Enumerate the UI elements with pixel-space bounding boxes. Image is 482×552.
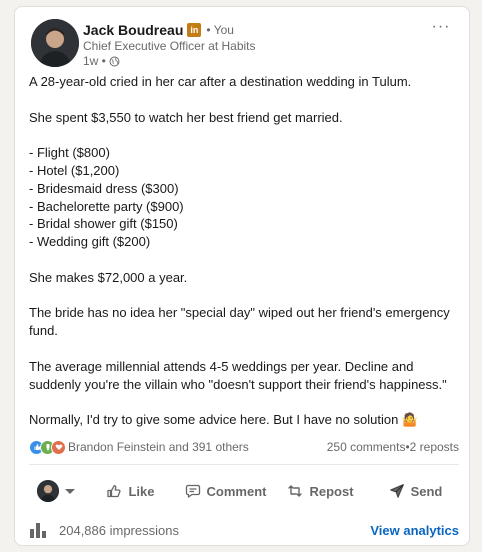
love-reaction-icon bbox=[51, 439, 66, 455]
post-time: 1w • bbox=[83, 54, 106, 68]
repost-label: Repost bbox=[309, 483, 354, 499]
action-bar: Like Comment Repost Send bbox=[25, 469, 463, 513]
post-paragraph: - Flight ($800) - Hotel ($1,200) - Bridesm… bbox=[29, 144, 459, 251]
send-icon bbox=[389, 484, 404, 498]
comments-count[interactable]: 250 comments bbox=[327, 440, 406, 454]
chevron-down-icon bbox=[65, 488, 75, 494]
impressions-count: 204,886 impressions bbox=[59, 522, 179, 538]
view-analytics-link[interactable]: View analytics bbox=[370, 523, 459, 538]
post-line: The average millennial attends 4-5 weddi… bbox=[29, 358, 447, 392]
post-text: A 28-year-old cried in her car after a d… bbox=[29, 73, 459, 429]
you-label: • You bbox=[206, 22, 234, 37]
thumbs-up-icon bbox=[107, 485, 122, 498]
post-line: - Bachelorette party ($900) bbox=[29, 198, 184, 214]
post-line: Normally, I'd try to give some advice he… bbox=[29, 412, 419, 428]
reactors-text: Brandon Feinstein and 391 others bbox=[68, 440, 249, 454]
post-line: - Bridesmaid dress ($300) bbox=[29, 180, 179, 196]
author-info: Jack Boudreau in • You Chief Executive O… bbox=[83, 21, 256, 69]
post-paragraph: She makes $72,000 a year. bbox=[29, 269, 459, 287]
linkedin-premium-icon: in bbox=[187, 22, 202, 37]
viewer-avatar bbox=[37, 480, 59, 502]
comment-icon bbox=[185, 484, 200, 498]
post-paragraph: She spent $3,550 to watch her best frien… bbox=[29, 109, 459, 127]
repost-button[interactable]: Repost bbox=[273, 473, 368, 509]
repost-icon bbox=[288, 485, 303, 497]
bar-chart-icon bbox=[30, 523, 46, 538]
author-avatar[interactable] bbox=[31, 19, 79, 67]
send-label: Send bbox=[410, 483, 443, 499]
reposts-count[interactable]: 2 reposts bbox=[410, 440, 459, 454]
post-paragraph: A 28-year-old cried in her car after a d… bbox=[29, 73, 459, 91]
globe-icon bbox=[109, 56, 120, 66]
reaction-identity-switcher[interactable] bbox=[25, 473, 83, 509]
post-line: - Hotel ($1,200) bbox=[29, 162, 120, 178]
send-button[interactable]: Send bbox=[368, 473, 463, 509]
post-line: - Bridal shower gift ($150) bbox=[29, 216, 178, 232]
more-options-icon[interactable]: ··· bbox=[427, 17, 455, 37]
post-line: The bride has no idea her "special day" … bbox=[29, 305, 450, 339]
comment-button[interactable]: Comment bbox=[178, 473, 273, 509]
post-line: She spent $3,550 to watch her best frien… bbox=[29, 109, 343, 125]
divider bbox=[29, 464, 459, 465]
author-name[interactable]: Jack Boudreau bbox=[83, 22, 183, 38]
analytics-bar: 204,886 impressions View analytics bbox=[29, 517, 459, 543]
like-label: Like bbox=[128, 483, 155, 499]
post-card: Jack Boudreau in • You Chief Executive O… bbox=[14, 6, 470, 546]
post-line: - Flight ($800) bbox=[29, 145, 110, 161]
post-paragraph: The bride has no idea her "special day" … bbox=[29, 304, 459, 340]
author-headline: Chief Executive Officer at Habits bbox=[83, 39, 256, 53]
post-paragraph: The average millennial attends 4-5 weddi… bbox=[29, 358, 459, 394]
post-paragraph: Normally, I'd try to give some advice he… bbox=[29, 411, 459, 429]
post-line: A 28-year-old cried in her car after a d… bbox=[29, 74, 412, 89]
like-button[interactable]: Like bbox=[83, 473, 178, 509]
reaction-icons bbox=[29, 439, 66, 455]
post-line: - Wedding gift ($200) bbox=[29, 234, 151, 250]
reactions-summary[interactable]: Brandon Feinstein and 391 others bbox=[29, 439, 249, 455]
comment-label: Comment bbox=[206, 483, 267, 499]
social-counts: Brandon Feinstein and 391 others 250 com… bbox=[29, 438, 459, 456]
post-line: She makes $72,000 a year. bbox=[29, 269, 188, 285]
